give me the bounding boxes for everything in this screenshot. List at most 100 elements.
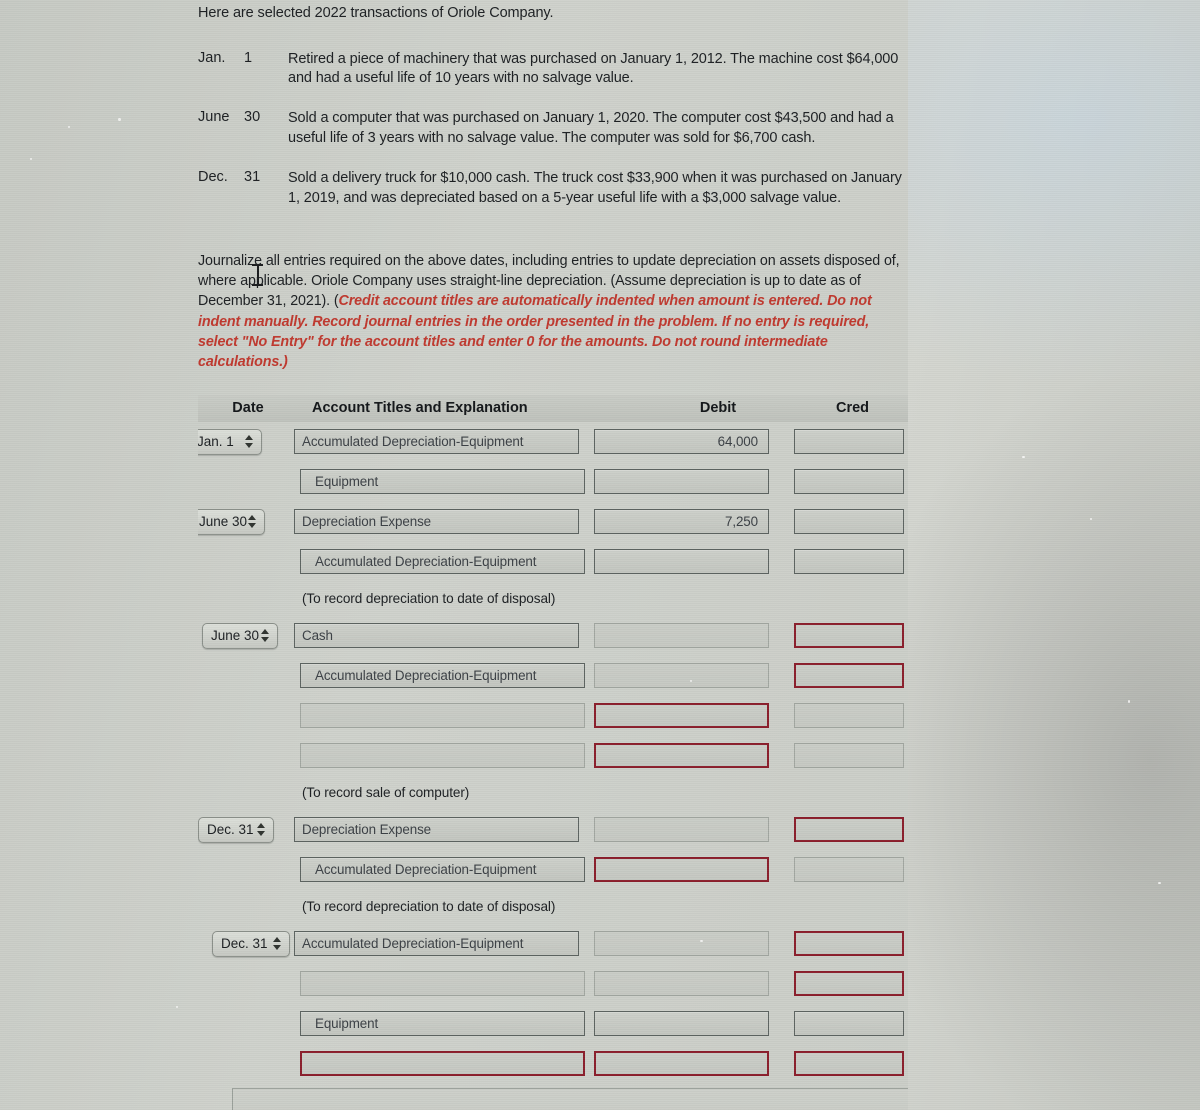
journal-account-cell: Equipment bbox=[294, 469, 594, 494]
select-spinner-arrows-icon[interactable] bbox=[273, 936, 282, 952]
intro-lead-text: Here are selected 2022 transactions of O… bbox=[198, 5, 554, 21]
journal-entry-row: Dec. 31 Accumulated Depreciation-Equipmen… bbox=[198, 924, 908, 964]
date-select-value: Dec. 31 bbox=[221, 936, 268, 951]
account-title-input[interactable]: Accumulated Depreciation-Equipment bbox=[300, 549, 585, 574]
transaction-month: Dec. bbox=[198, 169, 228, 185]
journal-credit-cell bbox=[794, 743, 904, 768]
journal-entry-row: Dec. 31 Depreciation Expense bbox=[198, 810, 908, 850]
journal-credit-cell bbox=[794, 549, 904, 574]
credit-amount-input[interactable] bbox=[794, 1011, 904, 1036]
credit-amount-input[interactable] bbox=[794, 1051, 904, 1076]
journal-memo-row: (To record sale of computer) bbox=[198, 776, 908, 810]
journal-credit-cell bbox=[794, 429, 904, 454]
credit-amount-input[interactable] bbox=[794, 623, 904, 648]
account-title-input[interactable]: Accumulated Depreciation-Equipment bbox=[300, 857, 585, 882]
journal-account-cell: Accumulated Depreciation-Equipment bbox=[294, 549, 594, 574]
select-spinner-arrows-icon[interactable] bbox=[245, 434, 254, 450]
credit-amount-input[interactable] bbox=[794, 931, 904, 956]
debit-amount-input[interactable] bbox=[594, 663, 769, 688]
debit-amount-input[interactable]: 7,250 bbox=[594, 509, 769, 534]
journal-credit-cell bbox=[794, 931, 904, 956]
journal-credit-cell bbox=[794, 509, 904, 534]
column-header-debit: Debit bbox=[699, 400, 737, 416]
account-title-input[interactable] bbox=[300, 703, 585, 728]
account-title-input[interactable] bbox=[300, 971, 585, 996]
journal-entry-row: Accumulated Depreciation-Equipment bbox=[198, 850, 908, 890]
debit-amount-input[interactable] bbox=[594, 469, 769, 494]
debit-amount-input[interactable] bbox=[594, 743, 769, 768]
journal-memo-text: (To record depreciation to date of dispo… bbox=[302, 899, 556, 914]
account-title-input[interactable]: Accumulated Depreciation-Equipment bbox=[300, 663, 585, 688]
credit-amount-input[interactable] bbox=[794, 857, 904, 882]
journal-account-cell: Cash bbox=[294, 623, 594, 648]
credit-amount-input[interactable] bbox=[794, 509, 904, 534]
journal-account-cell bbox=[294, 743, 594, 768]
journal-account-cell bbox=[294, 1051, 594, 1076]
credit-amount-input[interactable] bbox=[794, 549, 904, 574]
debit-amount-input[interactable] bbox=[594, 549, 769, 574]
transaction-row: June 30 Sold a computer that was purchas… bbox=[198, 109, 904, 149]
account-title-input[interactable]: Cash bbox=[294, 623, 579, 648]
column-header-credit: Cred bbox=[836, 400, 870, 416]
account-title-input[interactable]: Depreciation Expense bbox=[294, 817, 579, 842]
worksheet-content: Here are selected 2022 transactions of O… bbox=[198, 0, 908, 1110]
account-title-input[interactable]: Equipment bbox=[300, 1011, 585, 1036]
credit-amount-input[interactable] bbox=[794, 743, 904, 768]
debit-amount-input[interactable] bbox=[594, 1051, 769, 1076]
debit-amount-input[interactable]: 64,000 bbox=[594, 429, 769, 454]
debit-amount-input[interactable] bbox=[594, 857, 769, 882]
transaction-description: Retired a piece of machinery that was pu… bbox=[288, 50, 899, 87]
account-title-input[interactable] bbox=[300, 1051, 585, 1076]
debit-amount-input[interactable] bbox=[594, 1011, 769, 1036]
date-select[interactable]: Dec. 31 bbox=[212, 930, 291, 957]
journal-debit-cell bbox=[594, 1051, 794, 1076]
journal-credit-cell bbox=[794, 703, 904, 728]
debit-amount-input[interactable] bbox=[594, 623, 769, 648]
journal-entry-row bbox=[198, 696, 908, 736]
date-select-value: Dec. 31 bbox=[207, 822, 254, 837]
column-header-date: Date bbox=[232, 400, 264, 416]
credit-amount-input[interactable] bbox=[794, 469, 904, 494]
date-select[interactable]: Dec. 31 bbox=[198, 816, 274, 843]
credit-amount-input[interactable] bbox=[794, 971, 904, 996]
journal-memo-row: (To record depreciation to date of dispo… bbox=[198, 582, 908, 616]
account-title-input[interactable]: Equipment bbox=[300, 469, 585, 494]
transaction-description: Sold a computer that was purchased on Ja… bbox=[288, 110, 894, 147]
debit-amount-input[interactable] bbox=[594, 971, 769, 996]
select-spinner-arrows-icon[interactable] bbox=[261, 628, 270, 644]
transaction-description: Sold a delivery truck for $10,000 cash. … bbox=[288, 170, 902, 206]
transaction-day: 1 bbox=[244, 49, 253, 66]
date-select[interactable]: June 30 bbox=[202, 622, 279, 649]
journal-debit-cell: 64,000 bbox=[594, 429, 794, 454]
debit-amount-input[interactable] bbox=[594, 703, 769, 728]
debit-amount-input[interactable] bbox=[594, 931, 769, 956]
credit-amount-input[interactable] bbox=[794, 663, 904, 688]
account-title-input[interactable]: Accumulated Depreciation-Equipment bbox=[294, 429, 579, 454]
debit-amount-input[interactable] bbox=[594, 817, 769, 842]
journal-debit-cell bbox=[594, 857, 794, 882]
credit-amount-input[interactable] bbox=[794, 817, 904, 842]
journal-date-cell: June 30 bbox=[198, 508, 294, 535]
date-select[interactable]: Jan. 1 bbox=[198, 428, 262, 455]
journal-credit-cell bbox=[794, 817, 904, 842]
journal-debit-cell bbox=[594, 971, 794, 996]
screen-content-area: Here are selected 2022 transactions of O… bbox=[0, 0, 908, 1110]
journal-entry-row: Equipment bbox=[198, 462, 908, 502]
account-title-input[interactable]: Depreciation Expense bbox=[294, 509, 579, 534]
transaction-row: Jan. 1 Retired a piece of machinery that… bbox=[198, 50, 904, 90]
credit-amount-input[interactable] bbox=[794, 429, 904, 454]
journal-entry-row: Accumulated Depreciation-Equipment bbox=[198, 542, 908, 582]
select-spinner-arrows-icon[interactable] bbox=[247, 514, 257, 530]
date-select[interactable]: June 30 bbox=[198, 508, 265, 535]
journal-account-cell: Equipment bbox=[294, 1011, 594, 1036]
journal-entry-row: June 30 Depreciation Expense 7,250 bbox=[198, 502, 908, 542]
account-title-input[interactable]: Accumulated Depreciation-Equipment bbox=[294, 931, 579, 956]
journal-credit-cell bbox=[794, 1051, 904, 1076]
journal-entry-row bbox=[198, 1044, 908, 1084]
journal-debit-cell bbox=[594, 743, 794, 768]
journal-rows-container: Jan. 1 Accumulated Depreciation-Equipment… bbox=[198, 422, 908, 1110]
credit-amount-input[interactable] bbox=[794, 703, 904, 728]
select-spinner-arrows-icon[interactable] bbox=[256, 822, 266, 838]
account-title-input[interactable] bbox=[300, 743, 585, 768]
journal-debit-cell bbox=[594, 703, 794, 728]
